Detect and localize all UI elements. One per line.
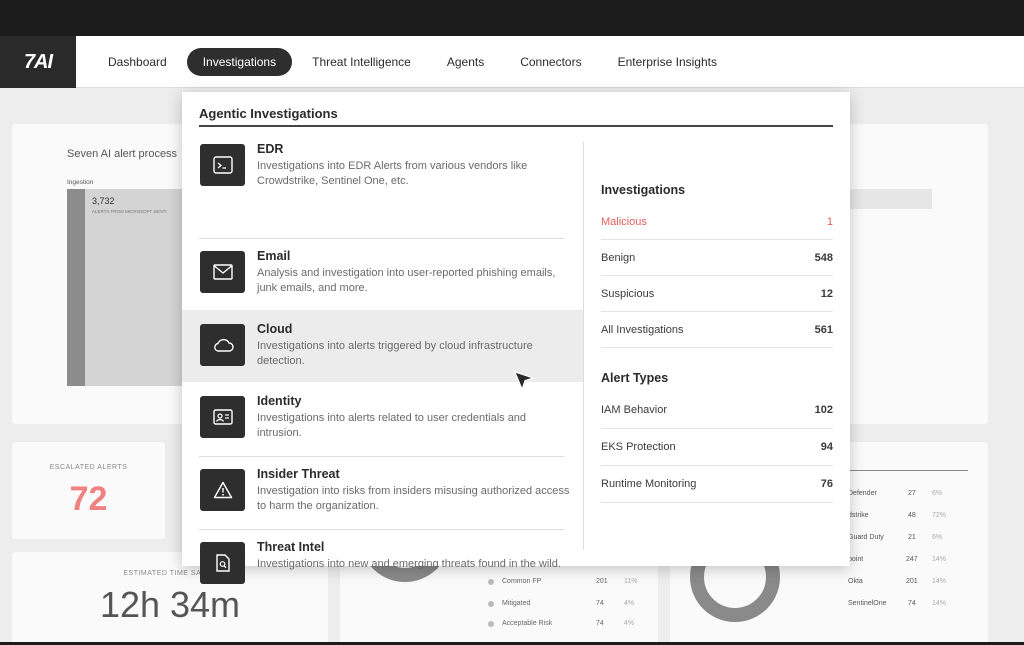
menu-item-desc: Investigations into new and emerging thr… — [257, 558, 561, 570]
menu-item-desc: Investigations into EDR Alerts from vari… — [257, 160, 528, 187]
menu-item-desc: Analysis and investigation into user-rep… — [257, 267, 556, 294]
ingestion-bar — [67, 189, 85, 386]
menu-item-threat-intel[interactable]: Threat Intel Investigations into new and… — [182, 528, 583, 584]
warning-icon — [200, 469, 245, 511]
stat-malicious[interactable]: Malicious 1 — [601, 204, 833, 240]
sources-header-line — [840, 470, 968, 471]
menu-item-desc: Investigations into alerts triggered by … — [257, 340, 533, 367]
top-navigation-bar: 7AI Dashboard Investigations Threat Inte… — [0, 36, 1024, 88]
legend-common-fp: Common FP 201 11% — [488, 578, 638, 585]
column-divider — [583, 142, 584, 550]
alert-type-eks-protection[interactable]: EKS Protection 94 — [601, 429, 833, 466]
menu-item-edr[interactable]: EDR Investigations into EDR Alerts from … — [182, 130, 583, 202]
menu-item-title: Threat Intel — [257, 540, 325, 554]
escalated-alerts-card[interactable]: ESCALATED ALERTS 72 — [12, 442, 165, 539]
stat-benign[interactable]: Benign 548 — [601, 240, 833, 276]
menu-item-title: EDR — [257, 142, 284, 156]
mouse-cursor-icon — [514, 370, 535, 395]
escalated-alerts-label: ESCALATED ALERTS — [49, 464, 128, 471]
document-search-icon — [200, 542, 245, 584]
envelope-icon — [200, 251, 245, 293]
menu-item-title: Cloud — [257, 322, 293, 336]
nav-enterprise-insights[interactable]: Enterprise Insights — [602, 48, 733, 76]
legend-acceptable-risk: Acceptable Risk 74 4% — [488, 620, 634, 627]
alert-type-iam-behavior[interactable]: IAM Behavior 102 — [601, 392, 833, 429]
menu-item-title: Identity — [257, 394, 302, 408]
stat-all-investigations[interactable]: All Investigations 561 — [601, 312, 833, 348]
heading-divider — [199, 125, 833, 127]
investigations-dropdown: Agentic Investigations EDR Investigation… — [182, 92, 850, 584]
escalated-alerts-value: 72 — [69, 480, 108, 518]
menu-item-title: Email — [257, 249, 291, 263]
menu-item-title: Insider Threat — [257, 467, 340, 481]
ingestion-count: 3,732 — [92, 196, 115, 206]
alert-process-title: Seven AI alert process — [67, 148, 178, 160]
nav-agents[interactable]: Agents — [431, 48, 500, 76]
ingestion-flow — [85, 189, 195, 386]
menu-item-desc: Investigation into risks from insiders m… — [257, 485, 570, 512]
nav-connectors[interactable]: Connectors — [504, 48, 597, 76]
app-logo[interactable]: 7AI — [0, 36, 76, 88]
investigations-heading: Investigations — [601, 183, 686, 197]
menu-item-email[interactable]: Email Analysis and investigation into us… — [182, 237, 583, 309]
ingestion-label: Ingestion — [67, 179, 94, 186]
stat-suspicious[interactable]: Suspicious 12 — [601, 276, 833, 312]
menu-item-desc: Investigations into alerts related to us… — [257, 412, 527, 439]
legend-mitigated: Mitigated 74 4% — [488, 600, 634, 607]
flow-band — [850, 189, 932, 209]
nav-investigations[interactable]: Investigations — [186, 48, 293, 76]
nav-threat-intelligence[interactable]: Threat Intelligence — [296, 48, 427, 76]
nav-dashboard[interactable]: Dashboard — [92, 48, 183, 76]
ingestion-source: ALERTS FROM MICROSOFT SENTI — [92, 209, 167, 214]
menu-item-insider-threat[interactable]: Insider Threat Investigation into risks … — [182, 455, 583, 527]
cloud-icon — [200, 324, 245, 366]
time-saved-value: 12h 34m — [99, 584, 241, 625]
dropdown-heading: Agentic Investigations — [199, 106, 338, 121]
app-window: 7AI Dashboard Investigations Threat Inte… — [0, 36, 1024, 642]
alert-type-runtime-monitoring[interactable]: Runtime Monitoring 76 — [601, 466, 833, 503]
main-nav: Dashboard Investigations Threat Intellig… — [92, 48, 733, 76]
terminal-icon — [200, 144, 245, 186]
id-card-icon — [200, 396, 245, 438]
alert-types-heading: Alert Types — [601, 371, 669, 385]
